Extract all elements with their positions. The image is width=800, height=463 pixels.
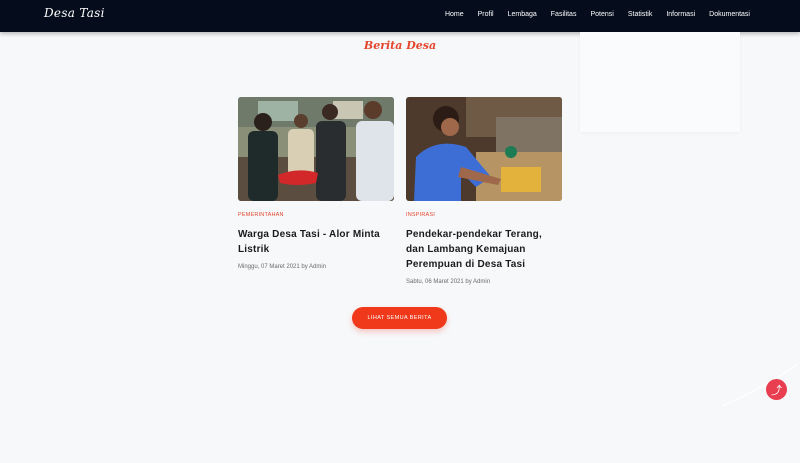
view-all-news-button[interactable]: LIHAT SEMUA BERITA bbox=[352, 307, 447, 329]
news-meta: Minggu, 07 Maret 2021 by Admin bbox=[238, 264, 327, 270]
nav-item-statistik[interactable]: Statistik bbox=[628, 11, 653, 18]
nav-item-informasi[interactable]: Informasi bbox=[666, 11, 695, 18]
news-card: PEMERINTAHAN Warga Desa Tasi - Alor Mint… bbox=[238, 97, 394, 270]
section-title: Berita Desa bbox=[363, 39, 437, 52]
back-to-top-button[interactable]: ⤴ bbox=[766, 379, 787, 400]
navbar: Desa Tasi Home Profil Lembaga Fasilitas … bbox=[0, 0, 800, 32]
news-image[interactable] bbox=[406, 97, 562, 201]
nav-item-home[interactable]: Home bbox=[445, 11, 464, 18]
nav-item-dokumentasi[interactable]: Dokumentasi bbox=[709, 11, 750, 18]
brand-logo[interactable]: Desa Tasi bbox=[44, 6, 105, 20]
news-card: INSPIRASI Pendekar-pendekar Terang, dan … bbox=[406, 97, 562, 285]
news-title[interactable]: Pendekar-pendekar Terang, dan Lambang Ke… bbox=[406, 227, 562, 272]
arrow-up-icon: ⤴ bbox=[771, 384, 782, 397]
nav-item-profil[interactable]: Profil bbox=[478, 11, 494, 18]
news-title[interactable]: Warga Desa Tasi - Alor Minta Listrik bbox=[238, 227, 394, 257]
nav-item-fasilitas[interactable]: Fasilitas bbox=[551, 11, 577, 18]
news-image[interactable] bbox=[238, 97, 394, 201]
news-meta: Sabtu, 06 Maret 2021 by Admin bbox=[406, 279, 491, 285]
nav-item-lembaga[interactable]: Lembaga bbox=[508, 11, 537, 18]
nav-item-potensi[interactable]: Potensi bbox=[590, 11, 613, 18]
news-category[interactable]: PEMERINTAHAN bbox=[238, 212, 394, 218]
news-category[interactable]: INSPIRASI bbox=[406, 212, 562, 218]
nav-menu: Home Profil Lembaga Fasilitas Potensi St… bbox=[445, 11, 750, 18]
decorative-line bbox=[721, 363, 799, 407]
